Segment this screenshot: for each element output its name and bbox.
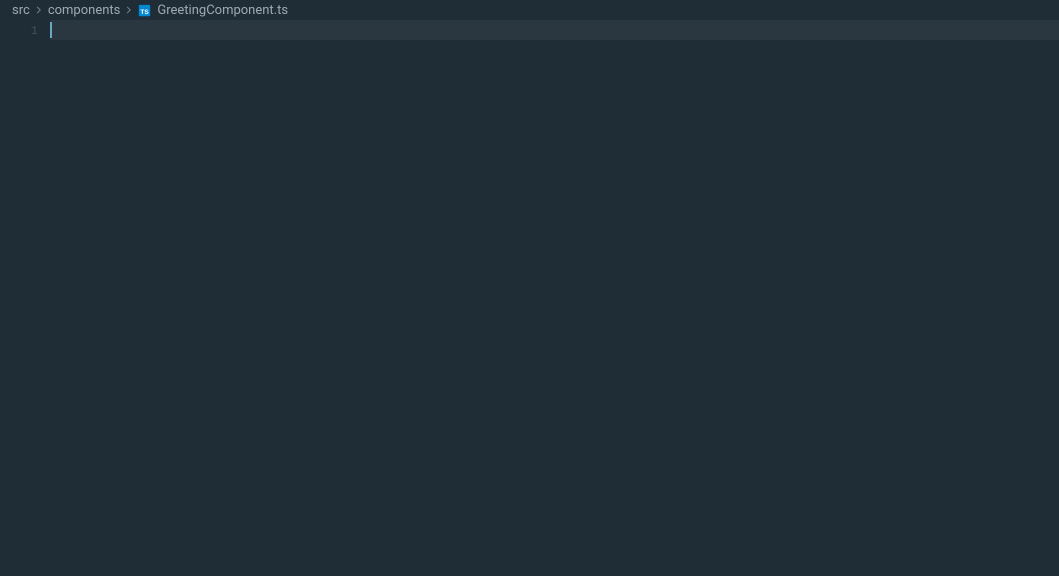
svg-text:TS: TS [141,8,150,15]
breadcrumb-item-src[interactable]: src [12,3,30,18]
code-area[interactable] [50,20,1059,576]
breadcrumb-item-file[interactable]: TS GreetingComponent.ts [138,3,288,18]
line-number: 1 [31,21,38,41]
chevron-right-icon [34,5,44,15]
cursor [50,22,52,38]
gutter: 1 [0,20,50,576]
breadcrumb: src components TS GreetingComponent.ts [0,0,1059,20]
chevron-right-icon [124,5,134,15]
typescript-file-icon: TS [138,4,151,17]
breadcrumb-file-label: GreetingComponent.ts [157,3,288,18]
editor-area[interactable]: 1 [0,20,1059,576]
code-line[interactable] [50,20,1059,40]
breadcrumb-item-components[interactable]: components [48,3,121,18]
